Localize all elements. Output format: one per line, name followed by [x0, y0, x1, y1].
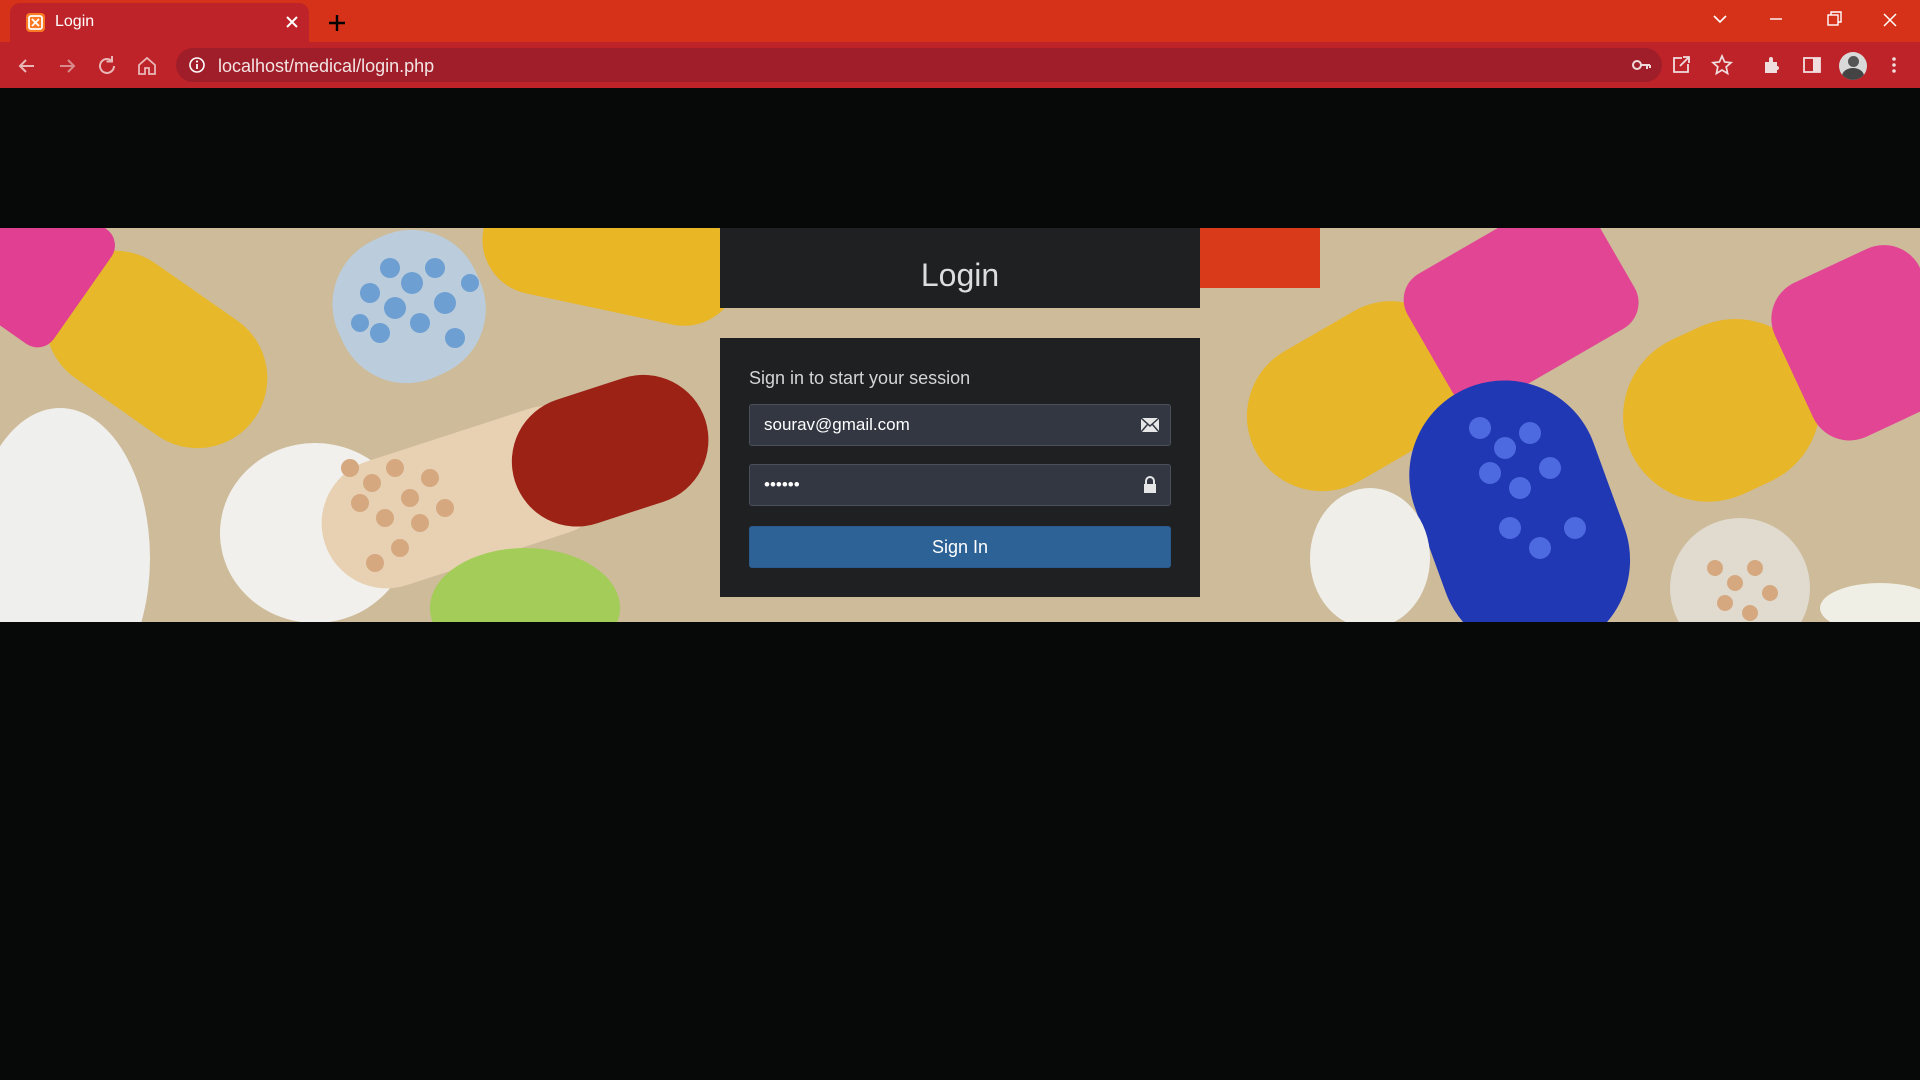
address-bar[interactable]: localhost/medical/login.php — [176, 48, 1662, 82]
bookmark-star-icon[interactable] — [1710, 53, 1734, 77]
url-text[interactable]: localhost/medical/login.php — [218, 56, 434, 77]
close-tab-icon[interactable] — [282, 12, 302, 32]
browser-toolbar: localhost/medical/login.php — [0, 42, 1920, 88]
login-message: Sign in to start your session — [749, 368, 971, 388]
forward-icon[interactable] — [54, 53, 80, 79]
tab-search-icon[interactable] — [1700, 6, 1740, 34]
site-info-icon[interactable] — [188, 56, 206, 74]
password-input[interactable] — [750, 465, 1130, 505]
tab-title: Login — [55, 13, 95, 30]
browser-tab-bar: Login — [0, 0, 1920, 42]
login-form: Sign in to start your session Sign In — [720, 338, 1200, 597]
profile-avatar[interactable] — [1839, 52, 1867, 80]
email-field[interactable] — [749, 404, 1171, 446]
extensions-icon[interactable] — [1760, 53, 1784, 77]
minimize-icon[interactable] — [1756, 6, 1796, 34]
sign-in-button[interactable]: Sign In — [749, 526, 1171, 568]
reload-icon[interactable] — [94, 53, 120, 79]
key-icon[interactable] — [1630, 54, 1652, 76]
close-window-icon[interactable] — [1870, 6, 1910, 34]
side-panel-icon[interactable] — [1800, 53, 1824, 77]
password-field[interactable] — [749, 464, 1171, 506]
page-title: Login — [920, 257, 1000, 293]
xampp-favicon-icon — [26, 13, 45, 32]
share-icon[interactable] — [1669, 53, 1693, 77]
email-input[interactable] — [750, 405, 1130, 445]
restore-icon[interactable] — [1814, 6, 1854, 34]
envelope-icon — [1140, 415, 1160, 435]
browser-tab[interactable]: Login — [10, 3, 309, 42]
back-icon[interactable] — [14, 53, 40, 79]
new-tab-icon[interactable] — [324, 10, 350, 36]
login-header: Login — [720, 228, 1200, 308]
menu-kebab-icon[interactable] — [1882, 53, 1906, 77]
home-icon[interactable] — [134, 53, 160, 79]
lock-icon — [1140, 475, 1160, 495]
